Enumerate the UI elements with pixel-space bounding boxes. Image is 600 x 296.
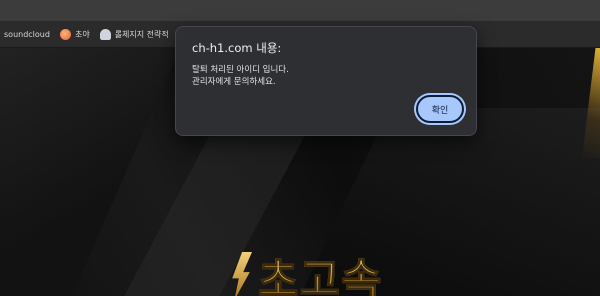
background-shard bbox=[0, 48, 180, 296]
dialog-title: ch-h1.com 내용: bbox=[192, 41, 282, 55]
bookmark-label: 롤체지지 전략적 bbox=[114, 30, 169, 39]
dialog-message-line1: 탈퇴 처리된 아이디 입니다. bbox=[192, 65, 289, 75]
ghost-icon bbox=[99, 29, 111, 40]
bookmark-soundcloud[interactable]: soundcloud bbox=[4, 30, 50, 39]
bookmark-label: soundcloud bbox=[4, 30, 50, 39]
logo-text: 초고속 bbox=[257, 244, 382, 296]
bookmark-lolchess[interactable]: 롤체지지 전략적 bbox=[99, 29, 169, 40]
lightning-bolt-icon bbox=[232, 252, 252, 296]
browser-tab-strip bbox=[0, 0, 600, 22]
dialog-message-line2: 관리자에게 문의하세요. bbox=[192, 77, 276, 87]
bookmark-choya[interactable]: 초야 bbox=[59, 29, 90, 40]
ok-button[interactable]: 확인 bbox=[416, 95, 464, 123]
choya-icon bbox=[59, 29, 71, 40]
bookmark-label: 초야 bbox=[74, 30, 90, 39]
site-logo: 초고속 bbox=[230, 244, 382, 296]
alert-dialog: ch-h1.com 내용: 탈퇴 처리된 아이디 입니다. 관리자에게 문의하세… bbox=[175, 26, 477, 136]
